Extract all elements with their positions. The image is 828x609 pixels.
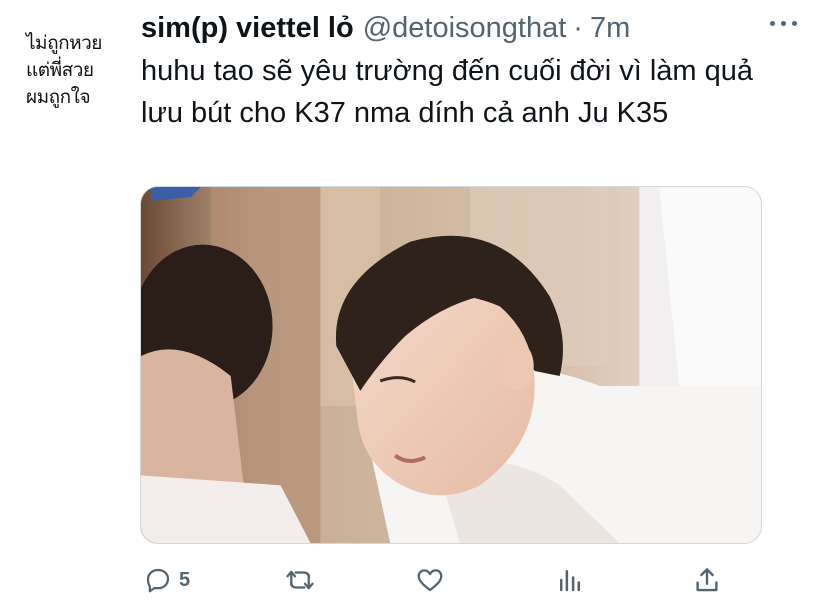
reply-button[interactable]: 5 — [143, 560, 190, 600]
share-button[interactable] — [692, 560, 722, 600]
analytics-button[interactable] — [555, 560, 585, 600]
display-name[interactable]: sim(p) viettel lỏ — [141, 12, 354, 45]
analytics-icon — [560, 570, 580, 592]
timestamp[interactable]: 7m — [590, 12, 630, 45]
share-icon — [696, 568, 718, 592]
like-button[interactable] — [415, 560, 445, 600]
tweet-actions: 5 — [140, 560, 762, 600]
photo-illustration — [141, 187, 761, 543]
avatar-text-line-2: แต่พี่สวย — [26, 59, 94, 81]
tweet-text: huhu tao sẽ yêu trường đến cuối đời vì l… — [141, 55, 754, 129]
user-handle[interactable]: @detoisongthat — [363, 12, 567, 45]
tweet-photo[interactable] — [140, 186, 762, 544]
avatar-text-line-1: ไม่ถูกหวย — [26, 32, 102, 54]
separator-dot: · — [573, 12, 583, 44]
tweet-header: sim(p) viettel lỏ @detoisongthat · 7m — [141, 12, 630, 46]
retweet-icon — [286, 570, 314, 590]
avatar[interactable]: ไม่ถูกหวย แต่พี่สวย ผมถูกใจ — [14, 20, 128, 120]
reply-count: 5 — [179, 568, 191, 591]
more-options-icon[interactable] — [770, 18, 798, 28]
heart-icon — [417, 569, 443, 592]
avatar-text-line-3: ผมถูกใจ — [26, 86, 91, 108]
reply-icon — [146, 568, 170, 593]
retweet-button[interactable] — [285, 560, 315, 600]
